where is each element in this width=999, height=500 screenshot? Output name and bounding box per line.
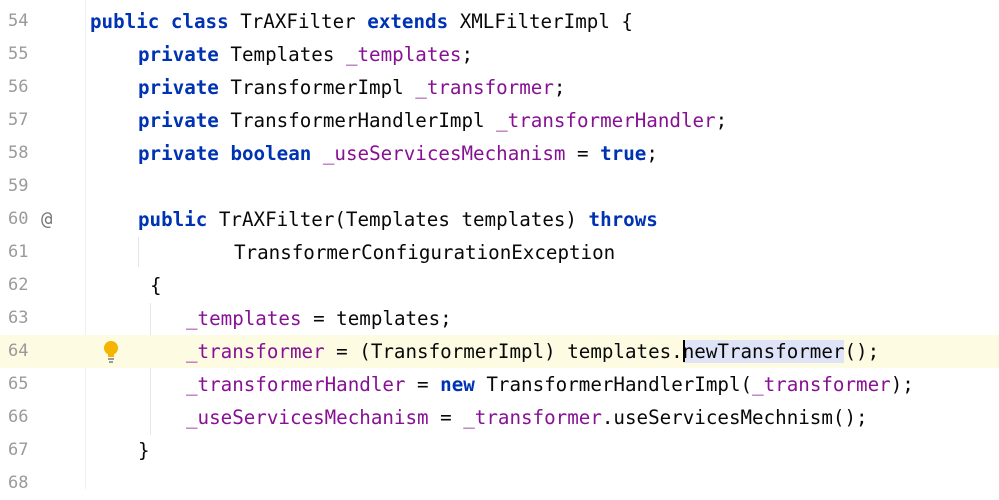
code-text[interactable]: _transformer = (TransformerImpl) templat… (186, 335, 879, 368)
field-token: _useServicesMechanism (186, 406, 429, 429)
code-token: ); (890, 373, 914, 396)
highlighted-method-token: newTransformer (682, 340, 845, 363)
code-text[interactable]: private TransformerImpl _transformer; (138, 71, 565, 104)
line-number: 56 (8, 77, 29, 97)
code-token: ; (715, 109, 728, 132)
code-text[interactable]: private boolean _useServicesMechanism = … (138, 137, 658, 170)
code-token: = (405, 373, 441, 396)
line-number: 66 (8, 407, 29, 427)
line-number: 60 (8, 209, 29, 229)
line-number: 67 (8, 440, 29, 460)
keyword-token: public (90, 10, 160, 33)
field-token: _useServicesMechanism (322, 142, 566, 165)
code-line[interactable]: 60 @ public TrAXFilter(Templates templates… (0, 203, 999, 236)
field-token: _templates (186, 307, 302, 330)
keyword-token: extends (367, 10, 449, 33)
line-number: 63 (8, 308, 29, 328)
code-line[interactable]: 61 TransformerConfigurationException (0, 236, 999, 269)
code-token: (); (844, 340, 880, 363)
field-token: _transformer (186, 340, 325, 363)
code-line[interactable]: 63 _templates = templates; (0, 302, 999, 335)
code-token: ; (461, 43, 474, 66)
keyword-token: class (170, 10, 229, 33)
code-token: .useServicesMechnism(); (601, 406, 868, 429)
line-number: 64 (8, 341, 29, 361)
code-line[interactable]: 65 _transformerHandler = new TransformerH… (0, 368, 999, 401)
code-line[interactable]: 68 (0, 467, 999, 500)
code-token: } (138, 439, 150, 462)
field-token: _transformer (463, 406, 602, 429)
keyword-token: public (138, 208, 208, 231)
code-token: ; (553, 76, 566, 99)
code-token: TrAXFilter(Templates templates) (207, 208, 589, 231)
code-line[interactable]: 56 private TransformerImpl _transformer; (0, 71, 999, 104)
code-line[interactable]: 54 public class TrAXFilter extends XMLFil… (0, 5, 999, 38)
code-token: XMLFilterImpl { (448, 10, 633, 33)
keyword-token: private (138, 109, 219, 132)
line-number: 68 (8, 473, 29, 493)
code-text[interactable]: private Templates _templates; (138, 38, 473, 71)
code-text[interactable]: TransformerConfigurationException (234, 236, 615, 269)
keyword-token: private (138, 43, 219, 66)
code-line[interactable]: 58 private boolean _useServicesMechanism … (0, 137, 999, 170)
override-icon[interactable]: @ (41, 203, 52, 236)
code-token: TransformerConfigurationException (234, 241, 616, 264)
code-line[interactable]: 59 (0, 170, 999, 203)
field-token: _transformer (752, 373, 891, 396)
code-line[interactable]: 62 { (0, 269, 999, 302)
field-token: _transformer (415, 76, 554, 99)
code-editor[interactable]: 54 public class TrAXFilter extends XMLFil… (0, 0, 999, 493)
code-token: = (TransformerImpl) templates. (324, 340, 683, 363)
code-line[interactable]: 64 _transformer = (TransformerImpl) templ… (0, 335, 999, 368)
code-token: = (565, 142, 601, 165)
keyword-token: new (440, 373, 475, 396)
code-token: TransformerImpl (218, 76, 416, 99)
code-token: Templates (218, 43, 346, 66)
code-token: ; (646, 142, 658, 165)
code-text[interactable]: private TransformerHandlerImpl _transfor… (138, 104, 727, 137)
code-token: TransformerHandlerImpl (218, 109, 497, 132)
code-text[interactable]: public class TrAXFilter extends XMLFilte… (90, 5, 633, 38)
code-text[interactable]: } (138, 434, 150, 467)
field-token: _templates (345, 43, 462, 66)
keyword-token: true (600, 142, 647, 165)
keyword-token: private (138, 142, 219, 165)
code-text[interactable]: public TrAXFilter(Templates templates) t… (138, 203, 658, 236)
code-token: TransformerHandlerImpl( (474, 373, 753, 396)
keyword-token: boolean (230, 142, 312, 165)
line-number: 57 (8, 110, 29, 130)
text-caret (682, 339, 685, 362)
code-text[interactable]: _transformerHandler = new TransformerHan… (186, 368, 914, 401)
code-text[interactable]: { (150, 269, 162, 302)
line-number: 62 (8, 275, 29, 295)
keyword-token: throws (588, 208, 658, 231)
field-token: _transformerHandler (496, 109, 716, 132)
line-number: 55 (8, 44, 29, 64)
code-line[interactable]: 55 private Templates _templates; (0, 38, 999, 71)
code-line[interactable]: 67} (0, 434, 999, 467)
line-number: 61 (8, 242, 29, 262)
code-text[interactable]: _useServicesMechanism = _transformer.use… (186, 401, 868, 434)
code-token: { (150, 274, 162, 297)
code-line[interactable]: 66 _useServicesMechanism = _transformer.u… (0, 401, 999, 434)
field-token: _transformerHandler (186, 373, 406, 396)
line-number: 59 (8, 176, 29, 196)
line-number: 58 (8, 143, 29, 163)
line-number: 54 (8, 11, 29, 31)
code-token: TrAXFilter (228, 10, 368, 33)
line-number: 65 (8, 374, 29, 394)
code-token: = (428, 406, 464, 429)
code-token: = templates; (301, 307, 452, 330)
code-line[interactable]: 57 private TransformerHandlerImpl _transf… (0, 104, 999, 137)
lightbulb-icon[interactable] (102, 340, 120, 364)
keyword-token: private (138, 76, 219, 99)
code-text[interactable]: _templates = templates; (186, 302, 452, 335)
